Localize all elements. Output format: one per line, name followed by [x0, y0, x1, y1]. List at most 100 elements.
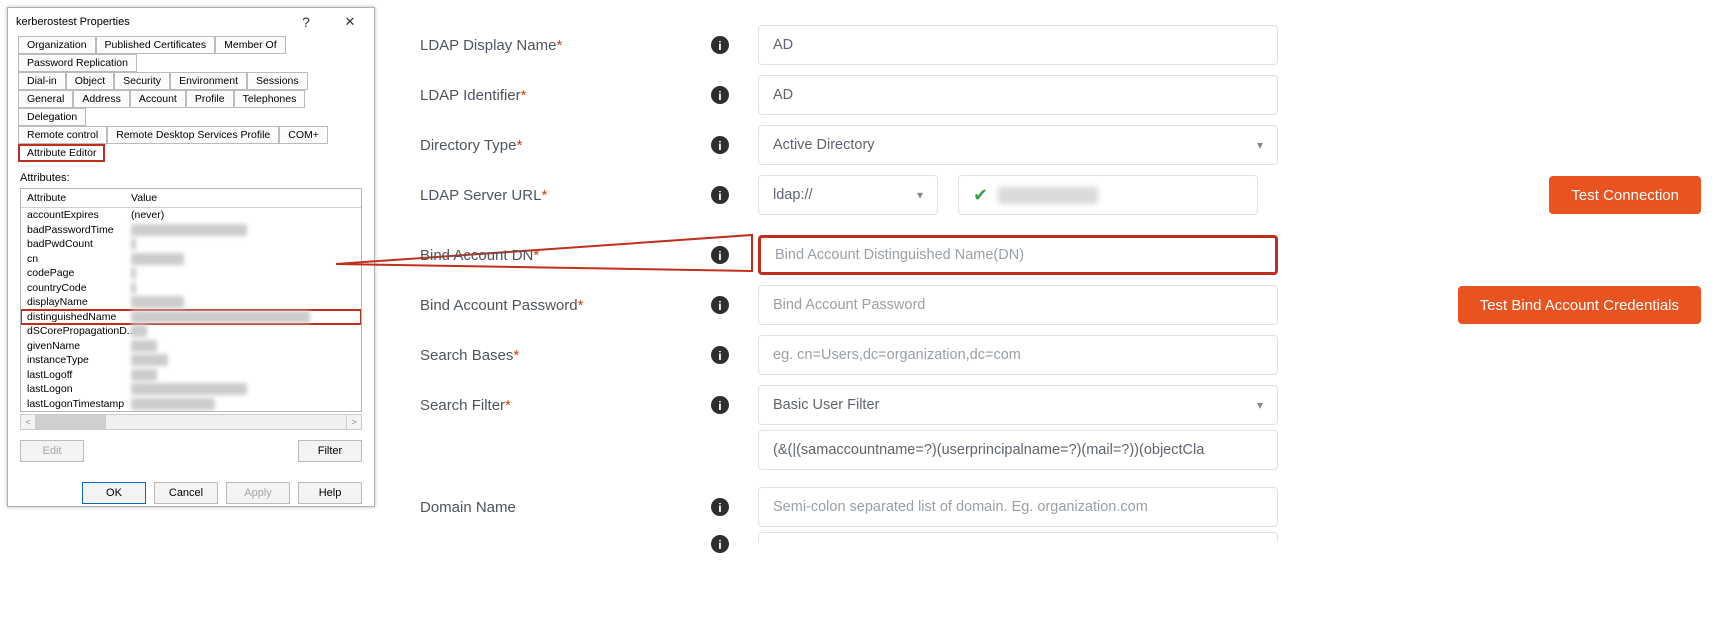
input-ldap-identifier[interactable]: AD: [758, 75, 1278, 115]
ldap-form: LDAP Display Name* i AD LDAP Identifier*…: [418, 20, 1701, 562]
masked-ip: 00.000.000.00: [998, 187, 1098, 204]
attr-row-instanceType[interactable]: instanceTypexxxxxxx: [21, 353, 361, 368]
tab-delegation[interactable]: Delegation: [18, 108, 86, 126]
ok-button[interactable]: OK: [82, 482, 146, 504]
attr-row-distinguishedName[interactable]: distinguishedNamexxxxxxxxxxxxxxxxxxxxxxx…: [21, 310, 361, 325]
cancel-button[interactable]: Cancel: [154, 482, 218, 504]
scroll-right-icon[interactable]: >: [346, 414, 362, 430]
test-connection-button[interactable]: Test Connection: [1549, 176, 1701, 214]
attr-value: xxxxxxxxxxxxxxxxxxxxxx: [131, 223, 355, 238]
attr-value: xxxxxxxxxxxxxxxx: [131, 397, 355, 412]
input-domain-name[interactable]: Semi-colon separated list of domain. Eg.…: [758, 487, 1278, 527]
info-icon[interactable]: i: [708, 343, 732, 367]
attr-row-badPwdCount[interactable]: badPwdCountx: [21, 237, 361, 252]
check-icon: ✔: [973, 185, 988, 206]
attr-name: accountExpires: [27, 208, 131, 223]
input-partial[interactable]: [758, 532, 1278, 542]
attr-value: xxxxx: [131, 339, 355, 354]
input-ldap-display-name[interactable]: AD: [758, 25, 1278, 65]
tab-com-plus[interactable]: COM+: [279, 126, 328, 144]
attr-name: codePage: [27, 266, 131, 281]
info-icon[interactable]: i: [708, 495, 732, 519]
help-icon[interactable]: ?: [284, 8, 328, 36]
tab-password-replication[interactable]: Password Replication: [18, 54, 137, 72]
attr-name: cn: [27, 252, 131, 267]
input-bind-password[interactable]: Bind Account Password: [758, 285, 1278, 325]
attr-name: countryCode: [27, 281, 131, 296]
info-icon[interactable]: i: [708, 183, 732, 207]
select-protocol[interactable]: ldap:// ▾: [758, 175, 938, 215]
info-icon[interactable]: i: [708, 83, 732, 107]
attr-row-lastLogon[interactable]: lastLogonxxxxxxxxxxxxxxxxxxxxxx: [21, 382, 361, 397]
attr-row-givenName[interactable]: givenNamexxxxx: [21, 339, 361, 354]
attr-name: lastLogon: [27, 382, 131, 397]
scroll-track[interactable]: [36, 414, 346, 430]
col-attribute: Attribute: [27, 192, 131, 204]
tab-attribute-editor[interactable]: Attribute Editor: [18, 144, 105, 162]
input-server-ip[interactable]: ✔ 00.000.000.00: [958, 175, 1258, 215]
attr-row-lastLogoff[interactable]: lastLogoffxxxxx: [21, 368, 361, 383]
tab-environment[interactable]: Environment: [170, 72, 247, 90]
horizontal-scrollbar[interactable]: < >: [20, 414, 362, 430]
info-icon[interactable]: i: [708, 133, 732, 157]
label-search-bases: Search Bases*: [418, 347, 708, 364]
col-value: Value: [131, 192, 361, 204]
tab-account[interactable]: Account: [130, 90, 186, 108]
attr-value: xxx: [131, 324, 355, 339]
help-button[interactable]: Help: [298, 482, 362, 504]
attr-row-accountExpires[interactable]: accountExpires(never): [21, 208, 361, 223]
input-bind-dn[interactable]: Bind Account Distinguished Name(DN): [758, 235, 1278, 275]
tab-published-certificates[interactable]: Published Certificates: [96, 36, 216, 54]
input-search-bases[interactable]: eg. cn=Users,dc=organization,dc=com: [758, 335, 1278, 375]
apply-button[interactable]: Apply: [226, 482, 290, 504]
tab-profile[interactable]: Profile: [186, 90, 234, 108]
svg-text:i: i: [718, 249, 721, 263]
select-directory-type[interactable]: Active Directory ▾: [758, 125, 1278, 165]
label-ldap-server-url: LDAP Server URL*: [418, 187, 708, 204]
select-search-filter[interactable]: Basic User Filter ▾: [758, 385, 1278, 425]
attr-value: xxxxxxxxxxxxxxxxxxxxxx: [131, 382, 355, 397]
attr-row-dSCorePropagationD...[interactable]: dSCorePropagationD...xxx: [21, 324, 361, 339]
filter-button[interactable]: Filter: [298, 440, 362, 462]
tab-telephones[interactable]: Telephones: [234, 90, 306, 108]
scroll-thumb[interactable]: [36, 415, 106, 429]
info-icon[interactable]: i: [708, 293, 732, 317]
svg-text:i: i: [718, 501, 721, 515]
attributes-listbox[interactable]: Attribute Value accountExpires(never)bad…: [20, 188, 362, 412]
label-bind-password: Bind Account Password*: [418, 297, 708, 314]
tab-remote-control[interactable]: Remote control: [18, 126, 107, 144]
info-icon[interactable]: i: [708, 33, 732, 57]
attr-name: displayName: [27, 295, 131, 310]
attr-row-countryCode[interactable]: countryCodex: [21, 281, 361, 296]
info-icon[interactable]: i: [708, 532, 732, 556]
label-domain-name: Domain Name: [418, 499, 708, 516]
attr-row-displayName[interactable]: displayNamexxxxxxxxxx: [21, 295, 361, 310]
tab-member-of[interactable]: Member Of: [215, 36, 286, 54]
tab-address[interactable]: Address: [73, 90, 130, 108]
attr-row-cn[interactable]: cnxxxxxxxxxx: [21, 252, 361, 267]
close-icon[interactable]: ✕: [328, 8, 372, 36]
label-search-filter: Search Filter*: [418, 397, 708, 414]
attr-row-codePage[interactable]: codePagex: [21, 266, 361, 281]
tab-dial-in[interactable]: Dial-in: [18, 72, 66, 90]
titlebar[interactable]: kerberostest Properties ? ✕: [8, 8, 374, 36]
attr-row-badPasswordTime[interactable]: badPasswordTimexxxxxxxxxxxxxxxxxxxxxx: [21, 223, 361, 238]
attr-value: x: [131, 237, 355, 252]
attr-name: badPasswordTime: [27, 223, 131, 238]
info-icon[interactable]: i: [708, 393, 732, 417]
tab-security[interactable]: Security: [114, 72, 170, 90]
scroll-left-icon[interactable]: <: [20, 414, 36, 430]
dialog-title: kerberostest Properties: [16, 16, 284, 28]
tab-organization[interactable]: Organization: [18, 36, 96, 54]
filter-expression[interactable]: (&(|(samaccountname=?)(userprincipalname…: [758, 430, 1278, 470]
edit-button[interactable]: Edit: [20, 440, 84, 462]
tab-sessions[interactable]: Sessions: [247, 72, 308, 90]
select-value: ldap://: [773, 187, 813, 203]
tab-object[interactable]: Object: [66, 72, 114, 90]
info-icon[interactable]: i: [708, 243, 732, 267]
attr-row-lastLogonTimestamp[interactable]: lastLogonTimestampxxxxxxxxxxxxxxxx: [21, 397, 361, 412]
test-bind-button[interactable]: Test Bind Account Credentials: [1458, 286, 1701, 324]
tab-rds-profile[interactable]: Remote Desktop Services Profile: [107, 126, 279, 144]
tab-general[interactable]: General: [18, 90, 73, 108]
attributes-label: Attributes:: [8, 168, 374, 186]
